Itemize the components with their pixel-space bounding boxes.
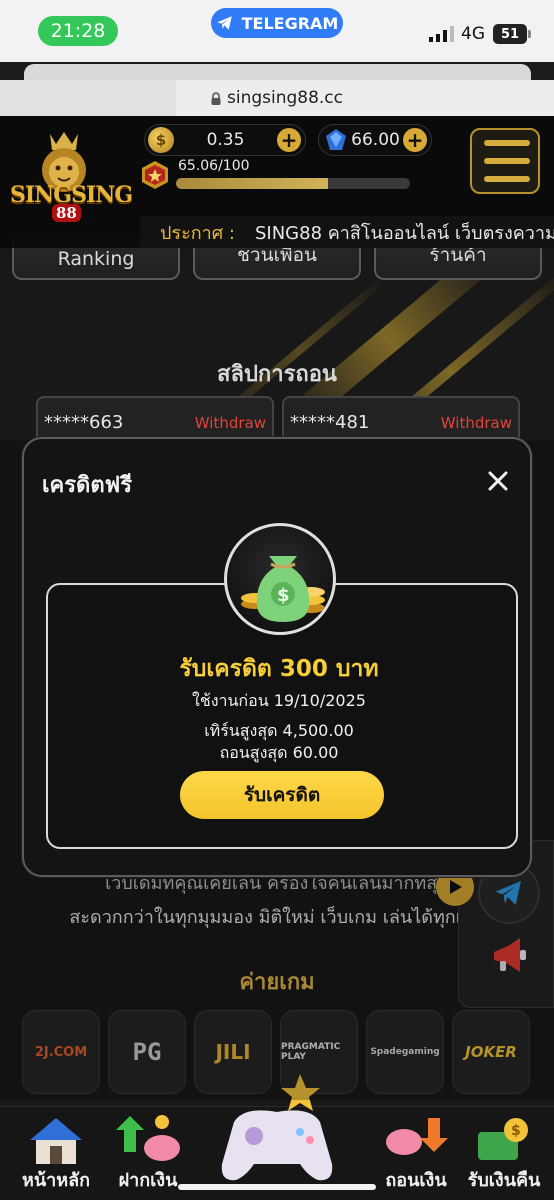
max-withdraw-text: ถอนสูงสุด 60.00 <box>219 743 339 762</box>
close-icon <box>488 471 508 491</box>
add-gem-button[interactable]: + <box>403 128 427 152</box>
svg-text:$: $ <box>511 1123 521 1139</box>
slip-user: *****481 <box>290 412 370 433</box>
xp-progress-fill <box>176 178 329 189</box>
free-credit-modal: เครดิตฟรี $ รับเครดิต 300 บาท ใช้งานก่อน… <box>22 437 532 877</box>
telegram-label: TELEGRAM <box>241 13 339 33</box>
home-icon <box>30 1118 82 1164</box>
xp-label: 65.06/100 <box>178 158 250 174</box>
screen: 21:28 TELEGRAM 4G 51 singsing88.cc Ranki… <box>0 0 554 1200</box>
announcement-text: SING88 คาสิโนออนไลน์ เว็บตรงความ <box>254 222 554 244</box>
telegram-icon <box>217 16 232 30</box>
logo-number: 88 <box>52 204 81 222</box>
nav-cashback[interactable]: $ รับเงินคืน <box>458 1108 550 1200</box>
use-before-text: ใช้งานก่อน 19/10/2025 <box>192 691 366 710</box>
cashback-icon: $ <box>478 1118 528 1160</box>
coin-icon: $ <box>148 127 174 153</box>
credit-amount-title: รับเครดิต 300 บาท <box>179 656 379 682</box>
battery-icon: 51 <box>493 24 531 44</box>
close-button[interactable] <box>484 467 512 495</box>
status-bar: 21:28 TELEGRAM 4G 51 <box>0 0 554 62</box>
money-bag-badge: $ <box>224 523 336 635</box>
slip-tag: Withdraw <box>440 414 512 432</box>
rank-badge-icon <box>142 161 168 189</box>
modal-title: เครดิตฟรี <box>42 473 133 498</box>
piggy-bank-icon <box>116 1115 180 1161</box>
telegram-pill[interactable]: TELEGRAM <box>211 8 343 38</box>
withdraw-slips-title: สลิปการถอน <box>217 362 337 387</box>
lock-icon <box>211 91 221 105</box>
slip-user: *****663 <box>44 412 124 433</box>
announcement-bar: ประกาศ : SING88 คาสิโนออนไลน์ เว็บตรงควา… <box>140 216 554 248</box>
coin-balance: 0.35 <box>206 130 245 150</box>
claim-credit-button[interactable]: รับเครดิต <box>180 771 384 819</box>
announcement-label: ประกาศ : <box>160 222 235 244</box>
home-indicator <box>178 1184 376 1190</box>
network-type: 4G <box>461 24 485 44</box>
xp-progress-bar <box>176 178 410 189</box>
gem-balance: 66.00 <box>351 130 400 150</box>
status-time: 21:28 <box>38 16 118 46</box>
nav-withdraw[interactable]: ถอนเงิน <box>370 1108 462 1200</box>
gem-icon <box>326 129 346 150</box>
signal-icon <box>429 26 454 42</box>
add-coin-button[interactable]: + <box>277 128 301 152</box>
url-text: singsing88.cc <box>226 88 344 108</box>
nav-home[interactable]: หน้าหลัก <box>10 1108 102 1200</box>
piggy-bank-icon <box>386 1118 448 1155</box>
coin-balance-pill: $ 0.35 + <box>144 124 306 156</box>
url-bar[interactable]: singsing88.cc <box>0 80 554 116</box>
gem-balance-pill: 66.00 + <box>318 124 432 156</box>
svg-text:$: $ <box>277 585 290 606</box>
hamburger-menu-button[interactable] <box>470 128 540 194</box>
slip-tag: Withdraw <box>194 414 266 432</box>
